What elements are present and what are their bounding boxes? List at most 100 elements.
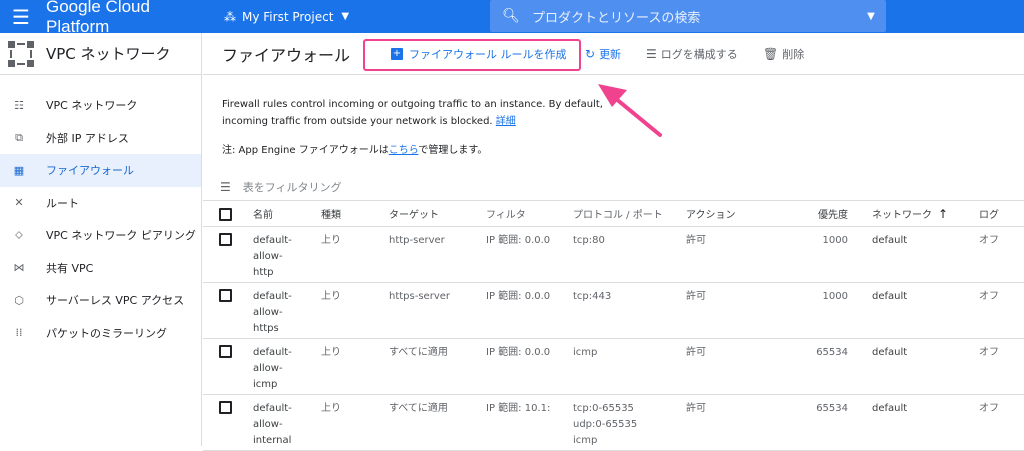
sort-ascending-icon[interactable]: ↑ <box>938 207 948 221</box>
rule-target: すべてに適用 <box>389 394 486 451</box>
rule-name-line: internal <box>253 434 292 446</box>
rule-network[interactable]: default <box>872 394 979 451</box>
rule-protocol: tcp:443 <box>573 282 686 339</box>
note-prefix: 注: App Engine ファイアウォールは <box>222 145 389 156</box>
logs-label: ログを構成する <box>660 48 738 61</box>
table-row[interactable]: default-allow-internal 上り すべてに適用 IP 範囲: … <box>203 394 1024 451</box>
rule-protocol: tcp:0-65535 udp:0-65535 icmp <box>573 394 686 451</box>
sidebar-item-label: パケットのミラーリング <box>46 326 167 340</box>
rule-type: 上り <box>321 394 389 451</box>
rule-name-line: default- <box>253 234 292 246</box>
col-network[interactable]: ネットワーク ↑ <box>872 202 979 227</box>
protocol-line: icmp <box>573 346 598 358</box>
refresh-icon: ↻ <box>585 47 596 61</box>
col-priority[interactable]: 優先度 <box>783 202 872 227</box>
rule-name[interactable]: default-allow-icmp <box>253 338 321 395</box>
row-checkbox[interactable] <box>219 344 232 358</box>
col-action[interactable]: アクション <box>686 202 783 227</box>
learn-more-link[interactable]: 詳細 <box>496 116 516 127</box>
rule-log: オフ <box>979 394 1024 451</box>
sidebar-item-routes[interactable]: ✕ ルート <box>0 187 201 220</box>
rule-name[interactable]: default-allow-http <box>253 226 321 283</box>
search-dropdown-icon[interactable]: ▼ <box>856 11 886 22</box>
table-row[interactable]: default-allow-http 上り http-server IP 範囲:… <box>203 226 1024 283</box>
col-type[interactable]: 種類 <box>321 202 389 227</box>
info-text: Firewall rules control incoming or outgo… <box>222 96 642 130</box>
rule-network[interactable]: default <box>872 226 979 283</box>
sidebar-item-label: VPC ネットワーク ピアリング <box>46 229 196 243</box>
protocol-line: udp:0-65535 <box>573 418 638 430</box>
rule-priority: 65534 <box>783 338 872 395</box>
firewall-rules-table: 名前 種類 ターゲット フィルタ プロトコル / ポート アクション 優先度 ネ… <box>203 202 1024 451</box>
filter-bar[interactable]: ☰ 表をフィルタリング <box>203 173 1024 201</box>
sidebar-item-serverless[interactable]: ⬡ サーバーレス VPC アクセス <box>0 284 201 317</box>
rule-target: https-server <box>389 282 486 339</box>
col-target[interactable]: ターゲット <box>389 202 486 227</box>
row-checkbox[interactable] <box>219 288 232 302</box>
peering-icon: ⬦ <box>15 228 23 242</box>
table-row[interactable]: default-allow-icmp 上り すべてに適用 IP 範囲: 0.0.… <box>203 338 1024 395</box>
sidebar-item-vpc-network[interactable]: ☷ VPC ネットワーク <box>0 89 201 122</box>
col-name[interactable]: 名前 <box>253 202 321 227</box>
protocol-line: icmp <box>573 434 598 446</box>
rule-name-line: allow- <box>253 362 283 374</box>
rule-filter: IP 範囲: 0.0.0 <box>486 226 573 283</box>
col-filter[interactable]: フィルタ <box>486 202 573 227</box>
table-header-row: 名前 種類 ターゲット フィルタ プロトコル / ポート アクション 優先度 ネ… <box>203 202 1024 227</box>
sidebar-title: VPC ネットワーク <box>46 45 171 63</box>
info-description: Firewall rules control incoming or outgo… <box>222 99 603 127</box>
refresh-button[interactable]: ↻ 更新 <box>585 46 621 62</box>
row-checkbox[interactable] <box>219 400 232 414</box>
project-selector[interactable]: ⁂ My First Project ▼ <box>224 10 349 24</box>
top-bar: ☰ Google Cloud Platform ⁂ My First Proje… <box>0 0 1024 36</box>
vpc-network-icon <box>8 40 34 67</box>
rule-priority: 65534 <box>783 394 872 451</box>
filter-icon: ☰ <box>220 179 231 194</box>
rule-type: 上り <box>321 338 389 395</box>
rule-filter: IP 範囲: 0.0.0 <box>486 282 573 339</box>
rule-network[interactable]: default <box>872 338 979 395</box>
rule-name[interactable]: default-allow-https <box>253 282 321 339</box>
sidebar-item-mirroring[interactable]: ⁞⁞ パケットのミラーリング <box>0 317 201 350</box>
list-icon: ☰ <box>646 47 657 61</box>
network-icon: ☷ <box>14 98 24 112</box>
configure-logs-button[interactable]: ☰ ログを構成する <box>646 46 738 62</box>
chevron-down-icon: ▼ <box>341 11 350 22</box>
rule-target: http-server <box>389 226 486 283</box>
table-row[interactable]: default-allow-https 上り https-server IP 範… <box>203 282 1024 339</box>
mirroring-icon: ⁞⁞ <box>15 326 23 340</box>
delete-button[interactable]: 🗑︎ 削除 <box>763 46 804 62</box>
rule-type: 上り <box>321 282 389 339</box>
select-all-checkbox[interactable] <box>219 207 232 221</box>
col-log[interactable]: ログ <box>979 202 1024 227</box>
sidebar-item-label: VPC ネットワーク <box>46 99 138 113</box>
add-icon: + <box>391 48 403 60</box>
sidebar-item-external-ip[interactable]: ⧉ 外部 IP アドレス <box>0 122 201 155</box>
create-firewall-rule-button[interactable]: + ファイアウォール ルールを作成 <box>391 46 567 62</box>
hamburger-menu-icon[interactable]: ☰ <box>0 0 42 33</box>
rule-name-line: icmp <box>253 378 278 390</box>
row-checkbox[interactable] <box>219 232 232 246</box>
rule-name-line: allow- <box>253 250 283 262</box>
rule-name-line: allow- <box>253 418 283 430</box>
serverless-icon: ⬡ <box>14 293 24 307</box>
sidebar-item-firewall[interactable]: ▦ ファイアウォール <box>0 154 201 187</box>
app-engine-note: 注: App Engine ファイアウォールはこちらで管理します。 <box>222 141 487 156</box>
sidebar-item-peering[interactable]: ⬦ VPC ネットワーク ピアリング <box>0 219 201 252</box>
rule-name[interactable]: default-allow-internal <box>253 394 321 451</box>
protocol-line: tcp:0-65535 <box>573 402 634 414</box>
rule-log: オフ <box>979 282 1024 339</box>
rule-network[interactable]: default <box>872 282 979 339</box>
protocol-line: tcp:443 <box>573 290 612 302</box>
search-input[interactable]: 🔍︎ プロダクトとリソースの検索 ▼ <box>490 0 886 32</box>
rule-name-line: default- <box>253 346 292 358</box>
brand-title[interactable]: Google Cloud Platform <box>46 0 216 37</box>
sidebar-item-shared-vpc[interactable]: ⋈ 共有 VPC <box>0 252 201 285</box>
sidebar-item-label: 外部 IP アドレス <box>46 131 129 145</box>
note-link[interactable]: こちら <box>389 145 419 156</box>
sidebar-item-label: 共有 VPC <box>46 261 94 275</box>
col-protocol[interactable]: プロトコル / ポート <box>573 202 686 227</box>
rule-priority: 1000 <box>783 226 872 283</box>
trash-icon: 🗑︎ <box>763 47 779 61</box>
create-button-label: ファイアウォール ルールを作成 <box>409 48 567 61</box>
